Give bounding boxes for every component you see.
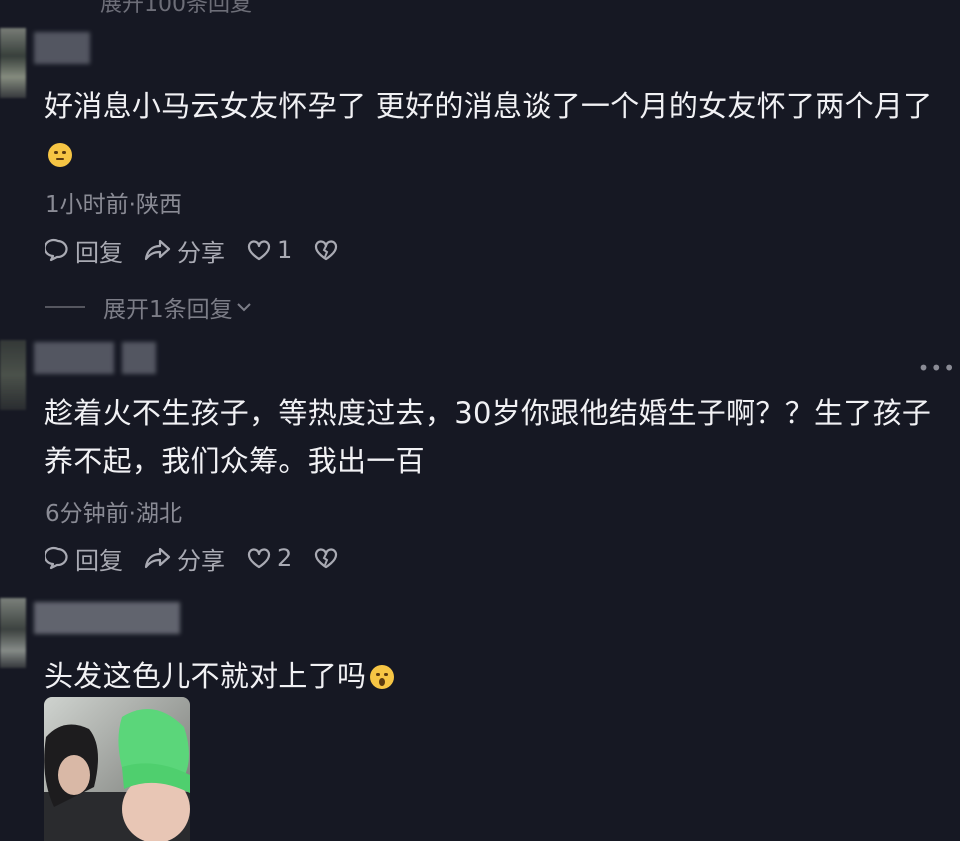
username-blurred	[122, 342, 156, 374]
comment-actions: 回复 分享 1	[45, 233, 364, 267]
grimace-emoji-icon	[48, 143, 72, 167]
share-label: 分享	[177, 238, 225, 267]
username-blurred[interactable]	[34, 342, 114, 374]
reply-icon	[45, 238, 68, 262]
photo-thumbnail	[44, 697, 190, 841]
avatar[interactable]	[0, 598, 26, 668]
more-options-icon[interactable]: •••	[918, 356, 956, 380]
share-label: 分享	[177, 546, 225, 575]
reply-icon	[45, 546, 68, 570]
comment-meta: 1小时前·陕西	[45, 192, 182, 218]
share-button[interactable]: 分享	[143, 233, 225, 268]
expand-replies-link[interactable]: 展开1条回复	[45, 290, 255, 324]
share-button[interactable]: 分享	[143, 541, 225, 576]
broken-heart-icon	[315, 548, 338, 569]
broken-heart-icon	[315, 240, 338, 261]
comment-body: 好消息小马云女友怀孕了 更好的消息谈了一个月的女友怀了两个月了	[44, 89, 933, 123]
reply-button[interactable]: 回复	[45, 233, 123, 268]
reply-label: 回复	[75, 546, 123, 575]
dislike-button[interactable]	[312, 545, 344, 571]
avatar[interactable]	[0, 340, 26, 410]
username-blurred[interactable]	[34, 32, 90, 64]
comment-meta: 6分钟前·湖北	[45, 501, 182, 527]
username-blurred[interactable]	[34, 602, 180, 634]
share-icon	[144, 547, 171, 569]
reply-label: 回复	[75, 238, 123, 267]
avatar[interactable]	[0, 28, 26, 98]
chevron-down-icon	[236, 303, 251, 312]
comment-actions: 回复 分享 2	[45, 541, 364, 575]
like-count: 1	[277, 236, 293, 264]
heart-icon	[247, 240, 271, 261]
heart-icon	[247, 548, 271, 569]
comment-image[interactable]	[44, 697, 190, 841]
like-button[interactable]: 1	[245, 236, 292, 264]
like-count: 2	[277, 544, 293, 572]
divider-line	[45, 306, 85, 308]
comment-text: 头发这色儿不就对上了吗	[44, 652, 954, 700]
comment-body: 头发这色儿不就对上了吗	[44, 659, 367, 693]
surprised-emoji-icon	[370, 665, 395, 689]
expand-replies-label: 展开1条回复	[103, 297, 233, 323]
like-button[interactable]: 2	[245, 544, 292, 572]
comment-text: 好消息小马云女友怀孕了 更好的消息谈了一个月的女友怀了两个月了	[44, 82, 954, 178]
expand-replies-link-partial[interactable]: 展开100条回复	[100, 0, 252, 18]
reply-button[interactable]: 回复	[45, 541, 123, 576]
share-icon	[144, 239, 171, 261]
comment-body: 趁着火不生孩子，等热度过去，30岁你跟他结婚生子啊？？生了孩子养不起，我们众筹。…	[44, 396, 932, 478]
dislike-button[interactable]	[312, 237, 344, 263]
comment-text: 趁着火不生孩子，等热度过去，30岁你跟他结婚生子啊？？生了孩子养不起，我们众筹。…	[44, 389, 954, 485]
